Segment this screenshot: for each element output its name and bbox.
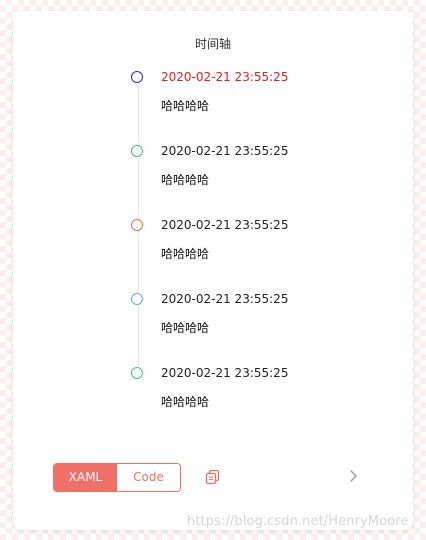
chevron-right-icon[interactable] xyxy=(347,467,361,485)
timeline-dot-icon xyxy=(131,71,143,83)
timeline-card: 时间轴 2020-02-21 23:55:25 哈哈哈哈 2020-02-21 … xyxy=(13,11,413,530)
timeline-time: 2020-02-21 23:55:25 xyxy=(161,218,289,232)
timeline-item: 2020-02-21 23:55:25 哈哈哈哈 xyxy=(131,70,401,131)
timeline-item: 2020-02-21 23:55:25 哈哈哈哈 xyxy=(131,366,401,427)
code-toolbar: XAML Code xyxy=(53,463,373,492)
timeline-text: 哈哈哈哈 xyxy=(161,173,210,187)
timeline-item: 2020-02-21 23:55:25 哈哈哈哈 xyxy=(131,218,401,279)
timeline-time: 2020-02-21 23:55:25 xyxy=(161,292,289,306)
code-tab[interactable]: Code xyxy=(117,464,180,491)
timeline-time: 2020-02-21 23:55:25 xyxy=(161,366,289,380)
timeline-dot-icon xyxy=(131,293,143,305)
watermark-text: https://blog.csdn.net/HenryMoore xyxy=(187,514,409,529)
timeline-dot-icon xyxy=(131,219,143,231)
timeline-item: 2020-02-21 23:55:25 哈哈哈哈 xyxy=(131,144,401,205)
page-title: 时间轴 xyxy=(194,37,231,51)
timeline-text: 哈哈哈哈 xyxy=(161,321,210,335)
copy-icon[interactable] xyxy=(204,468,222,486)
timeline-text: 哈哈哈哈 xyxy=(161,247,210,261)
view-toggle: XAML Code xyxy=(53,463,181,492)
timeline-dot-icon xyxy=(131,145,143,157)
xaml-tab[interactable]: XAML xyxy=(54,464,117,491)
timeline-dot-icon xyxy=(131,367,143,379)
timeline-item: 2020-02-21 23:55:25 哈哈哈哈 xyxy=(131,292,401,353)
timeline-text: 哈哈哈哈 xyxy=(161,99,210,113)
timeline-text: 哈哈哈哈 xyxy=(161,395,210,409)
timeline-time: 2020-02-21 23:55:25 xyxy=(161,144,289,158)
timeline-time: 2020-02-21 23:55:25 xyxy=(161,70,289,84)
